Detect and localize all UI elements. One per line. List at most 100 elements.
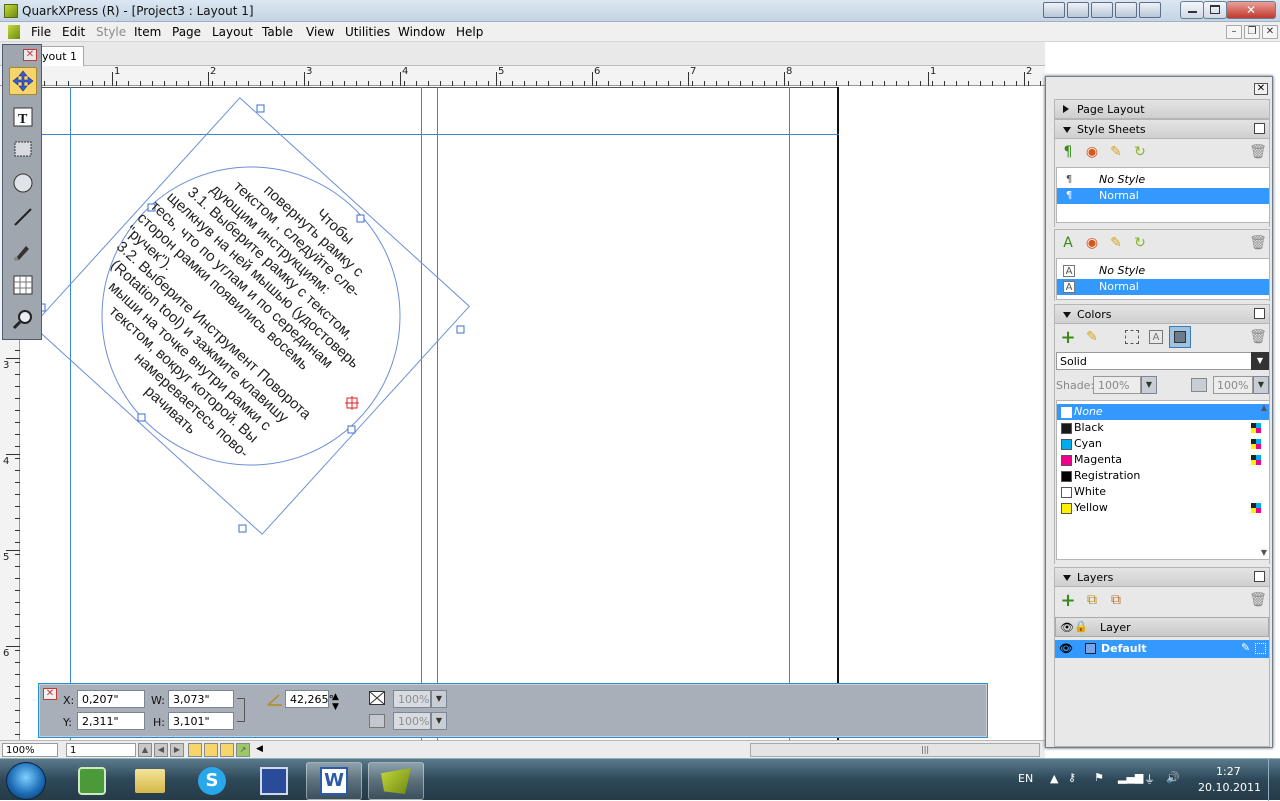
x-position-field[interactable]: 0,207"	[77, 690, 145, 708]
new-character-style-icon[interactable]: A	[1059, 234, 1077, 252]
colors-header[interactable]: Colors	[1054, 304, 1270, 324]
menu-help[interactable]: Help	[456, 25, 483, 39]
update-style-icon[interactable]: ↻	[1131, 143, 1149, 161]
measurements-close-icon[interactable]: ✕	[43, 688, 57, 700]
delete-layer-icon[interactable]: 🗑	[1249, 591, 1267, 609]
color-cyan[interactable]: Cyan	[1057, 436, 1269, 452]
constrain-proportions-icon[interactable]	[237, 698, 245, 722]
document-icon[interactable]	[8, 25, 20, 39]
zoom-tool[interactable]	[9, 305, 37, 333]
taskbar-app-1[interactable]	[64, 762, 120, 800]
new-color-icon[interactable]: +	[1059, 327, 1077, 348]
delete-char-style-icon[interactable]: 🗑	[1249, 234, 1267, 252]
shade-dropdown-arrow[interactable]: ▼	[1141, 376, 1157, 394]
oval-tool[interactable]	[9, 169, 37, 197]
taskbar-skype[interactable]: S	[184, 762, 240, 800]
paragraph-style-normal[interactable]: ¶ Normal	[1057, 188, 1269, 204]
doc-close-button[interactable]: ✕	[1262, 25, 1278, 39]
color-white[interactable]: White	[1057, 484, 1269, 500]
resize-handle-bottom-left[interactable]	[137, 413, 146, 422]
character-style-normal[interactable]: A Normal	[1057, 279, 1269, 295]
box-opacity-dropdown-arrow[interactable]: ▼	[431, 690, 447, 708]
doc-minimize-button[interactable]: –	[1226, 25, 1242, 39]
shadow-icon[interactable]	[369, 714, 385, 728]
show-hidden-icons[interactable]: ▲	[1050, 772, 1058, 785]
minimize-button[interactable]	[1180, 1, 1204, 19]
new-layer-icon[interactable]: +	[1059, 590, 1077, 611]
edit-style-icon[interactable]: ✎	[1107, 143, 1125, 161]
color-none[interactable]: None	[1057, 404, 1269, 420]
delete-color-icon[interactable]: 🗑	[1249, 328, 1267, 346]
fill-type-select[interactable]: Solid	[1056, 352, 1252, 370]
close-button[interactable]: ✕	[1226, 1, 1276, 19]
new-paragraph-style-icon[interactable]: ¶	[1059, 143, 1077, 161]
tools-close-icon[interactable]: ✕	[23, 49, 37, 61]
resize-handle-bottom-right[interactable]	[347, 425, 356, 434]
horizontal-ruler[interactable]: 1 2 3 4 5 6 7 8 1 2	[0, 66, 1045, 86]
text-tool[interactable]: T	[9, 103, 37, 131]
layers-header[interactable]: Layers	[1054, 567, 1270, 587]
volume-icon[interactable]: 🔊	[1166, 771, 1180, 784]
shadow-opacity-field[interactable]: 100%	[393, 712, 431, 730]
pen-tool[interactable]	[9, 237, 37, 265]
duplicate-char-style-icon[interactable]: ◉	[1083, 234, 1101, 252]
export-icon[interactable]: ↗	[236, 743, 250, 757]
update-char-style-icon[interactable]: ↻	[1131, 234, 1149, 252]
taskbar-folder[interactable]	[122, 762, 178, 800]
y-position-field[interactable]: 2,311"	[77, 712, 145, 730]
height-field[interactable]: 3,101"	[168, 712, 234, 730]
next-page-icon[interactable]: ▶	[170, 743, 184, 757]
text-color-icon[interactable]: A	[1149, 330, 1163, 344]
picture-box-tool[interactable]	[9, 135, 37, 163]
width-field[interactable]: 3,073"	[168, 690, 234, 708]
tray-app-icon-4[interactable]	[1115, 2, 1137, 18]
color-opacity-dropdown-arrow[interactable]: ▼	[1253, 376, 1269, 394]
taskbar-quarkxpress[interactable]	[368, 762, 424, 800]
start-button[interactable]	[6, 762, 46, 800]
layer-row-default[interactable]: 👁 Default ✎	[1055, 640, 1269, 658]
rotated-text-box[interactable]: Чтобыповернуть рамку стекстом , следуйте…	[21, 87, 1045, 740]
edit-char-style-icon[interactable]: ✎	[1107, 234, 1125, 252]
tab-layout-1[interactable]: yout 1	[38, 46, 84, 66]
taskbar-save[interactable]	[246, 762, 302, 800]
pasteboard[interactable]: Чтобы повернуть рамку с текстом , следуйте…	[21, 87, 1045, 740]
paragraph-style-no-style[interactable]: ¶ No Style	[1057, 172, 1269, 188]
tray-app-icon-2[interactable]	[1067, 2, 1089, 18]
tray-app-icon-3[interactable]	[1091, 2, 1113, 18]
clock-date[interactable]: 20.10.2011	[1198, 781, 1261, 794]
maximize-button[interactable]	[1203, 1, 1227, 19]
doc-restore-button[interactable]: ❐	[1244, 25, 1260, 39]
palette-close-icon[interactable]: ✕	[1254, 83, 1268, 95]
merge-layers-icon[interactable]: ⧉	[1107, 591, 1125, 609]
page-menu-up-icon[interactable]: ▲	[138, 743, 152, 757]
page-layout-header[interactable]: Page Layout	[1054, 99, 1270, 119]
prev-page-icon[interactable]: ◀	[154, 743, 168, 757]
color-registration[interactable]: Registration	[1057, 468, 1269, 484]
angle-stepper-icon[interactable]: ▲ ▼	[332, 692, 339, 712]
edit-color-icon[interactable]: ✎	[1083, 328, 1101, 346]
scroll-left-icon[interactable]: ◀	[256, 744, 263, 754]
character-style-no-style[interactable]: A No Style	[1057, 263, 1269, 279]
layer-edit-icon[interactable]: ✎	[1241, 641, 1250, 654]
resize-handle-top[interactable]	[256, 104, 265, 113]
taskbar-word[interactable]: W	[306, 762, 362, 800]
frame-color-icon[interactable]	[1125, 330, 1139, 344]
menu-page[interactable]: Page	[172, 25, 201, 39]
layout-view-icon[interactable]	[188, 743, 202, 757]
key-icon[interactable]: ⚷	[1068, 771, 1076, 784]
spread-view-icon[interactable]	[204, 743, 218, 757]
tray-quark-icon[interactable]	[1043, 2, 1065, 18]
menu-utilities[interactable]: Utilities	[345, 25, 390, 39]
clock-time[interactable]: 1:27	[1216, 765, 1241, 778]
menu-file[interactable]: File	[31, 25, 51, 39]
tray-app-icon-5[interactable]	[1139, 2, 1161, 18]
background-color-icon[interactable]	[1169, 326, 1191, 348]
resize-handle-top-right[interactable]	[356, 214, 365, 223]
network-signal-icon[interactable]: ▂▄▆	[1118, 771, 1143, 784]
menu-style[interactable]: Style	[96, 25, 126, 39]
shade-field[interactable]: 100%	[1093, 376, 1141, 394]
resize-handle-bottom[interactable]	[238, 524, 247, 533]
delete-style-icon[interactable]: 🗑	[1249, 143, 1267, 161]
move-to-layer-icon[interactable]: ⧉	[1083, 591, 1101, 609]
menu-table[interactable]: Table	[262, 25, 293, 39]
